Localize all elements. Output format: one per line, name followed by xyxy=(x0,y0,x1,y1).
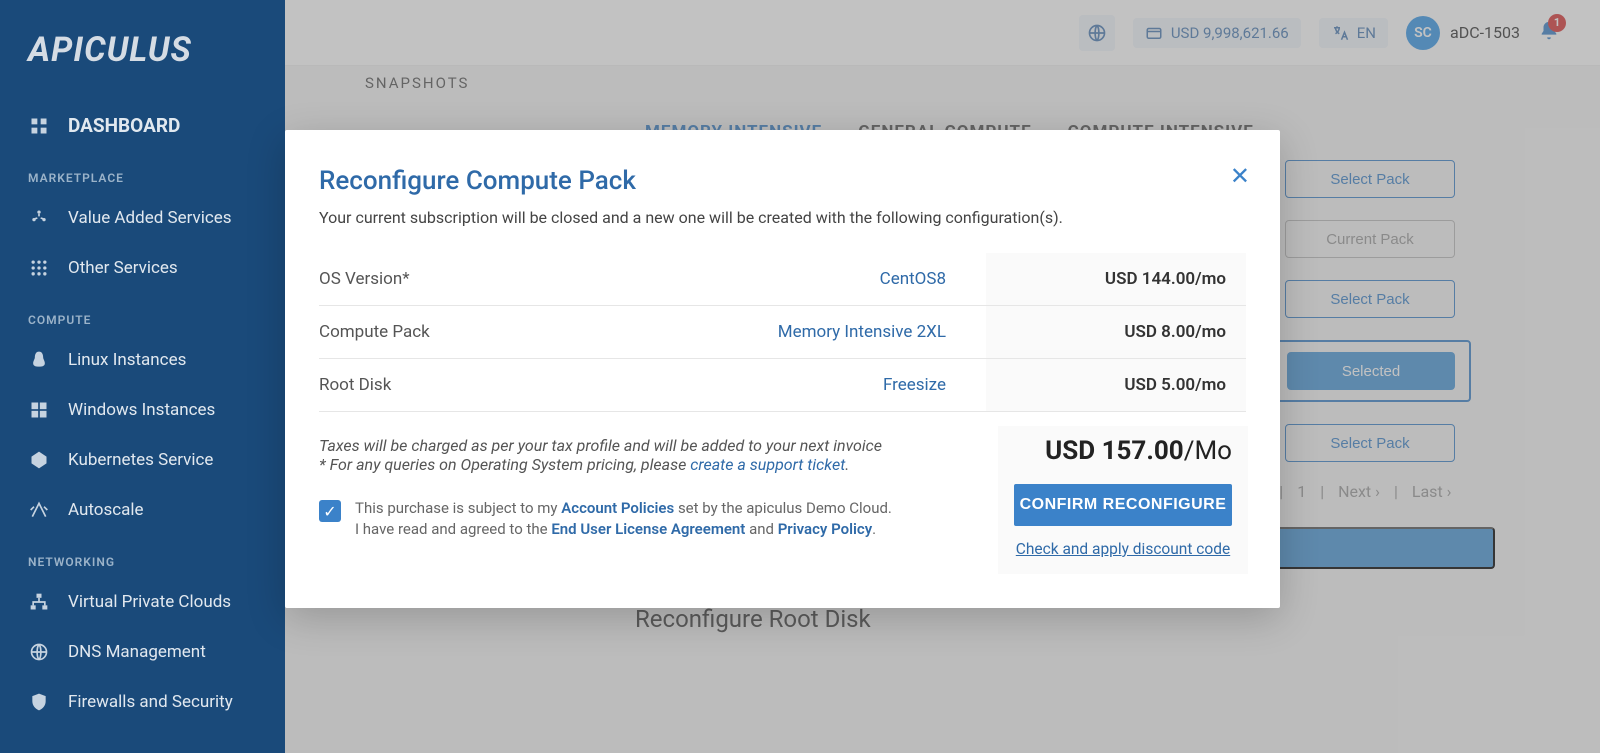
total-price: USD 157.00/Mo xyxy=(1014,436,1232,466)
nav-linux-instances[interactable]: Linux Instances xyxy=(0,335,285,385)
grid-icon xyxy=(28,257,50,279)
agreement-checkbox[interactable]: ✓ xyxy=(319,500,341,522)
confirm-reconfigure-button[interactable]: CONFIRM RECONFIGURE xyxy=(1014,484,1232,526)
modal-subtitle: Your current subscription will be closed… xyxy=(319,208,1246,227)
create-support-ticket-link[interactable]: create a support ticket xyxy=(690,455,845,474)
row-value: Freesize xyxy=(619,375,986,395)
footer-left: Taxes will be charged as per your tax pr… xyxy=(319,436,968,564)
close-icon[interactable]: ✕ xyxy=(1230,162,1250,190)
vas-icon xyxy=(28,207,50,229)
nav-label: DASHBOARD xyxy=(68,114,180,137)
row-label: OS Version* xyxy=(319,269,619,289)
linux-icon xyxy=(28,349,50,371)
windows-icon xyxy=(28,399,50,421)
nav-label: Linux Instances xyxy=(68,350,186,370)
section-networking: NETWORKING xyxy=(0,535,285,577)
nav-label: Autoscale xyxy=(68,500,144,520)
nav-dashboard[interactable]: DASHBOARD xyxy=(0,100,285,151)
account-policies-link[interactable]: Account Policies xyxy=(561,499,674,517)
row-value: CentOS8 xyxy=(619,269,986,289)
globe-icon xyxy=(28,641,50,663)
agreement-row: ✓ This purchase is subject to my Account… xyxy=(319,498,968,540)
vpc-icon xyxy=(28,591,50,613)
agreement-text: This purchase is subject to my Account P… xyxy=(355,498,892,540)
section-compute: COMPUTE xyxy=(0,293,285,335)
nav-other-services[interactable]: Other Services xyxy=(0,243,285,293)
os-query-note: * For any queries on Operating System pr… xyxy=(319,455,968,474)
shield-icon xyxy=(28,691,50,713)
sidebar: APICULUS DASHBOARD MARKETPLACE Value Add… xyxy=(0,0,285,753)
brand-logo: APICULUS xyxy=(0,30,285,100)
nav-windows-instances[interactable]: Windows Instances xyxy=(0,385,285,435)
nav-label: DNS Management xyxy=(68,642,206,662)
eula-link[interactable]: End User License Agreement xyxy=(551,520,745,538)
nav-dns[interactable]: DNS Management xyxy=(0,627,285,677)
nav-label: Firewalls and Security xyxy=(68,692,233,712)
dashboard-icon xyxy=(28,115,50,137)
nav-vpc[interactable]: Virtual Private Clouds xyxy=(0,577,285,627)
modal-row-root-disk: Root Disk Freesize USD 5.00/mo xyxy=(319,359,1246,412)
row-value: Memory Intensive 2XL xyxy=(619,322,986,342)
modal-row-os: OS Version* CentOS8 USD 144.00/mo xyxy=(319,253,1246,306)
modal-title: Reconfigure Compute Pack xyxy=(319,166,1246,196)
modal-footer: Taxes will be charged as per your tax pr… xyxy=(319,436,1246,564)
modal-rows: OS Version* CentOS8 USD 144.00/mo Comput… xyxy=(319,253,1246,412)
nav-label: Windows Instances xyxy=(68,400,215,420)
row-label: Root Disk xyxy=(319,375,619,395)
nav-label: Other Services xyxy=(68,258,178,278)
reconfigure-modal: ✕ Reconfigure Compute Pack Your current … xyxy=(285,130,1280,608)
row-price: USD 8.00/mo xyxy=(986,306,1246,358)
section-marketplace: MARKETPLACE xyxy=(0,151,285,193)
privacy-policy-link[interactable]: Privacy Policy xyxy=(778,520,872,538)
discount-code-link[interactable]: Check and apply discount code xyxy=(1014,540,1232,558)
row-price: USD 5.00/mo xyxy=(986,359,1246,411)
nav-label: Virtual Private Clouds xyxy=(68,592,231,612)
row-label: Compute Pack xyxy=(319,322,619,342)
tax-note: Taxes will be charged as per your tax pr… xyxy=(319,436,968,455)
nav-firewalls[interactable]: Firewalls and Security xyxy=(0,677,285,727)
autoscale-icon xyxy=(28,499,50,521)
nav-autoscale[interactable]: Autoscale xyxy=(0,485,285,535)
nav-label: Kubernetes Service xyxy=(68,450,213,470)
row-price: USD 144.00/mo xyxy=(986,253,1246,305)
kubernetes-icon xyxy=(28,449,50,471)
nav-value-added-services[interactable]: Value Added Services xyxy=(0,193,285,243)
modal-row-compute-pack: Compute Pack Memory Intensive 2XL USD 8.… xyxy=(319,306,1246,359)
nav-label: Value Added Services xyxy=(68,208,232,228)
footer-right: USD 157.00/Mo CONFIRM RECONFIGURE Check … xyxy=(998,426,1248,574)
nav-kubernetes[interactable]: Kubernetes Service xyxy=(0,435,285,485)
